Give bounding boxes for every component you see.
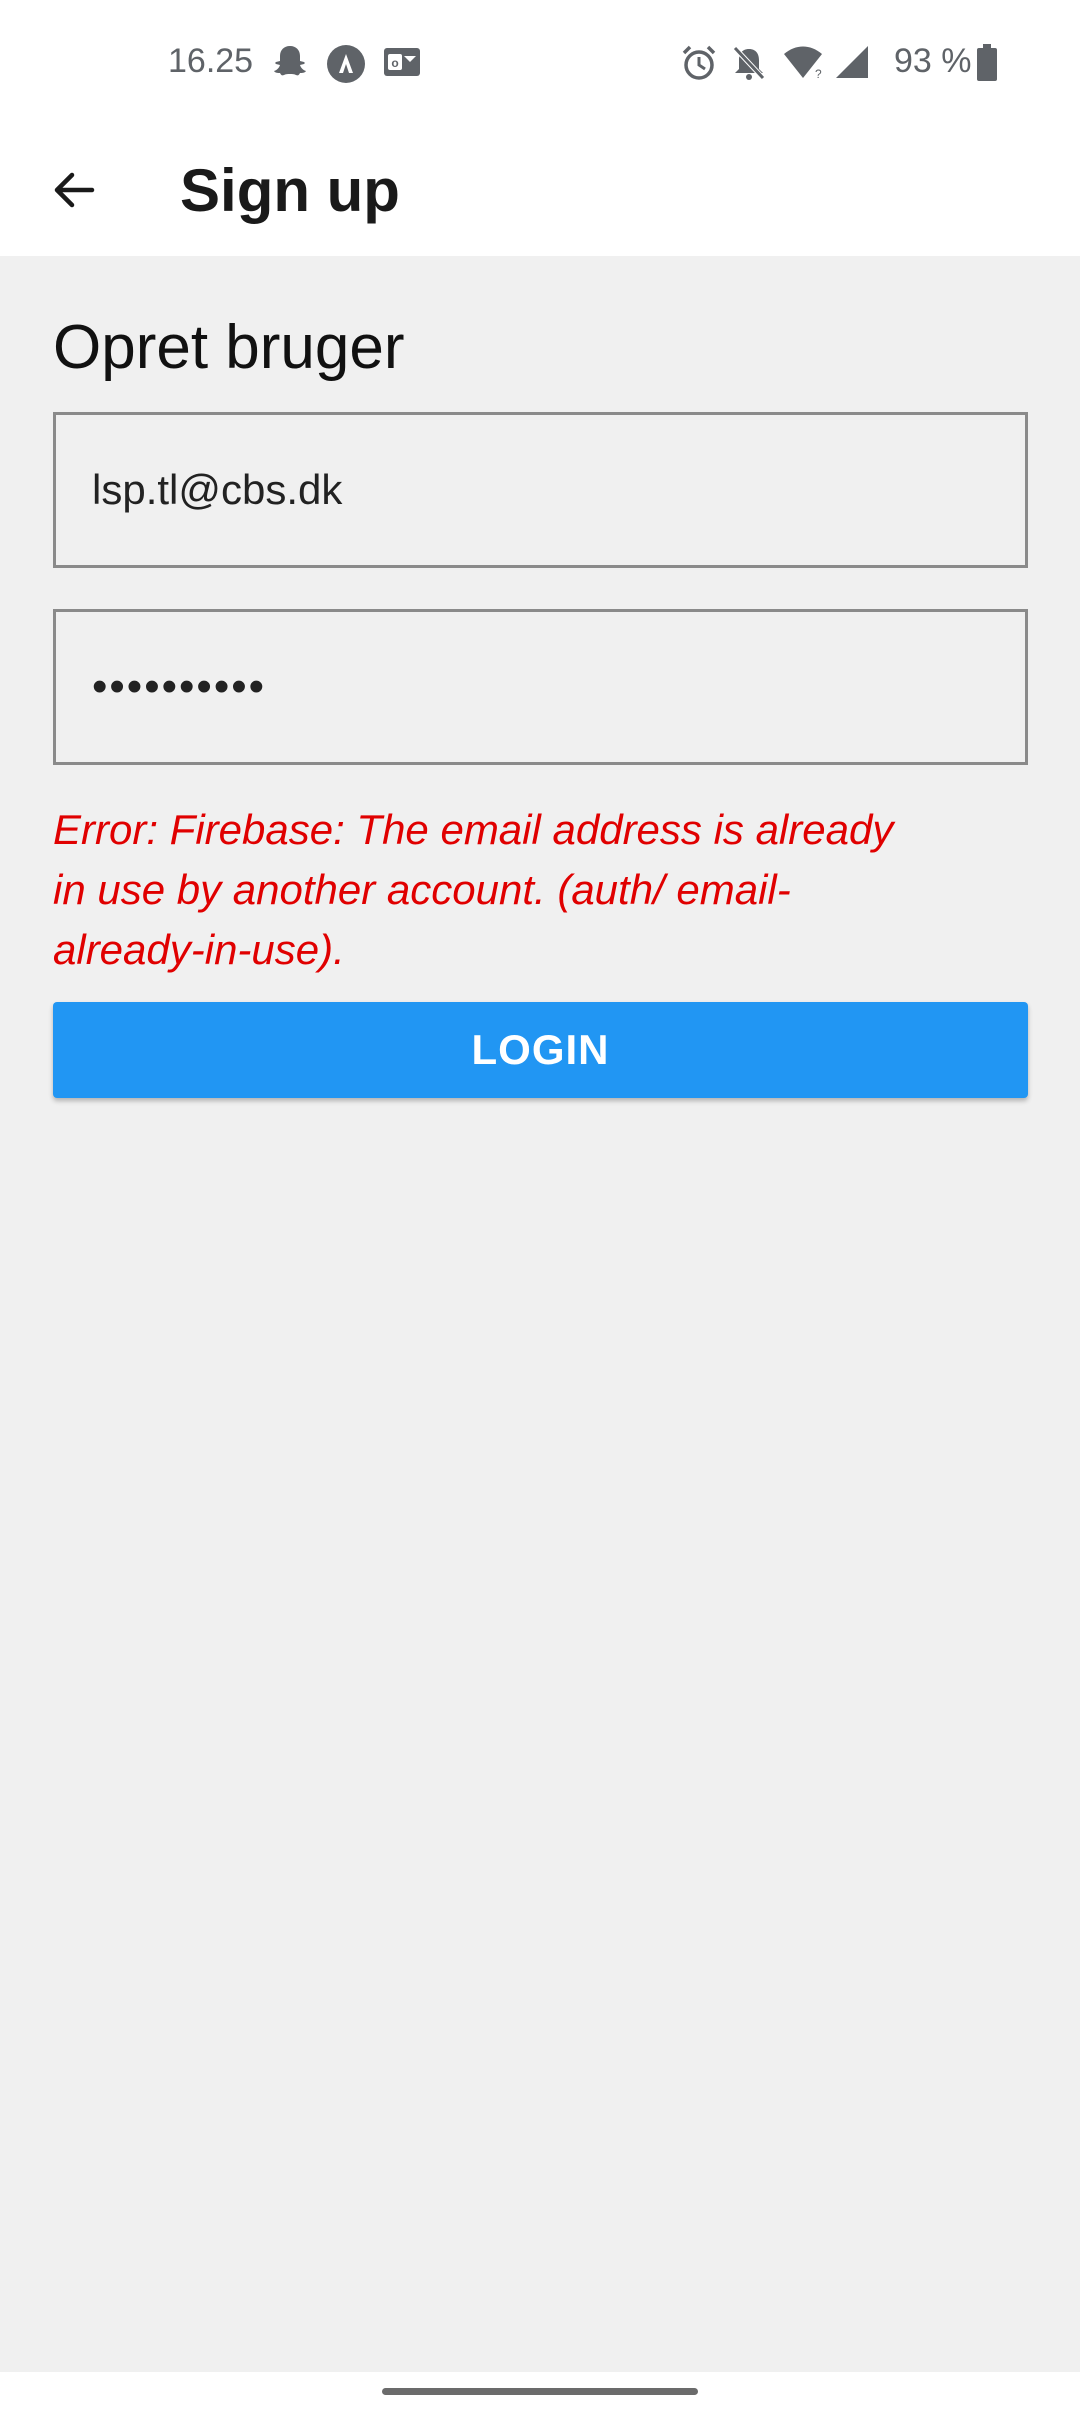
- email-field[interactable]: [53, 412, 1028, 568]
- signal-icon: [834, 44, 870, 85]
- alarm-icon: [680, 44, 718, 87]
- svg-text:?: ?: [815, 67, 822, 80]
- page-title: Sign up: [180, 157, 400, 224]
- outlook-icon: o: [382, 44, 422, 85]
- app-bar: Sign up: [0, 128, 1080, 256]
- form-heading: Opret bruger: [53, 313, 405, 382]
- login-button[interactable]: LOGIN: [53, 1002, 1028, 1098]
- home-indicator[interactable]: [382, 2388, 698, 2395]
- silent-bell-icon: [730, 44, 768, 87]
- svg-text:o: o: [391, 56, 398, 70]
- error-message: Error: Firebase: The email address is al…: [53, 806, 894, 973]
- battery-percent: 93 %: [894, 42, 972, 80]
- navigation-icon: [326, 44, 366, 89]
- battery-icon: [976, 44, 998, 87]
- arrow-left-icon: [50, 166, 98, 219]
- navigation-bar: [0, 2372, 1080, 2412]
- password-field[interactable]: [53, 609, 1028, 765]
- signup-form: Opret bruger Error: Firebase: The email …: [0, 256, 1080, 2372]
- snapchat-icon: [272, 44, 308, 87]
- status-time: 16.25: [168, 42, 254, 80]
- status-bar: 16.25 o ? 93 %: [0, 0, 1080, 128]
- wifi-icon: ?: [782, 44, 824, 85]
- back-button[interactable]: [36, 154, 112, 230]
